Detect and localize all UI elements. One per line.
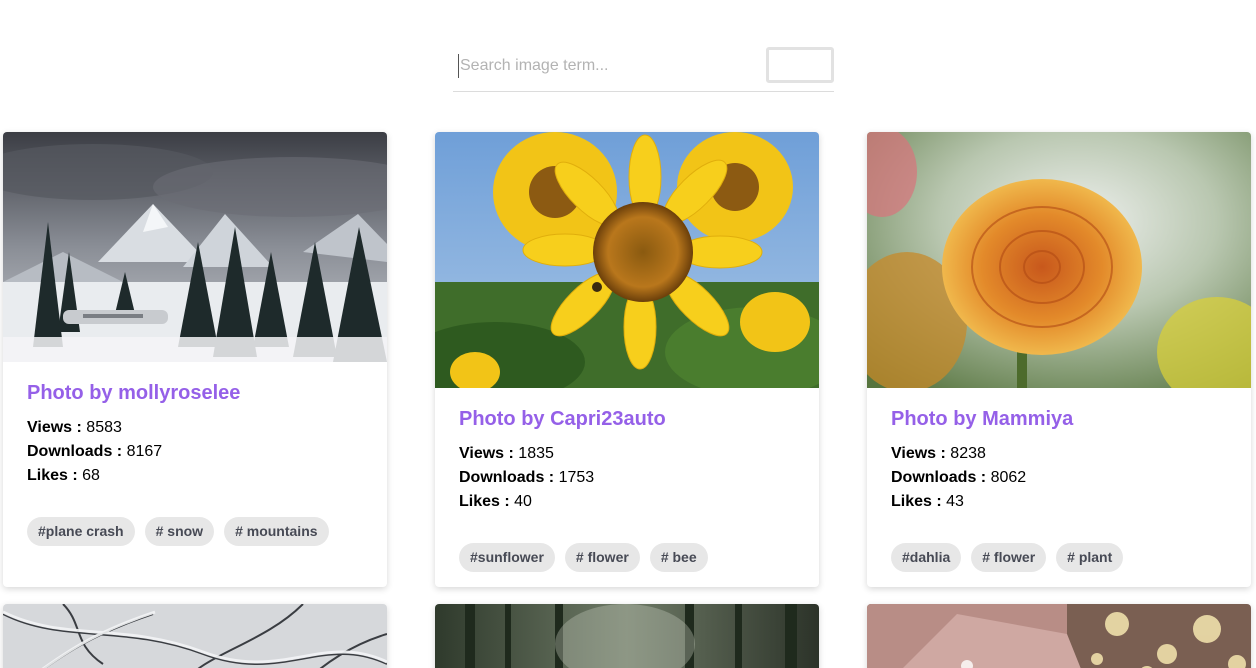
tag-badge: #dahlia xyxy=(891,543,962,572)
tag-badge: # flower xyxy=(971,543,1047,572)
stats-list: Views : 1835 Downloads : 1753 Likes : 40 xyxy=(459,442,795,514)
tag-list: #sunflower # flower # bee xyxy=(459,543,708,572)
dahlia-photo xyxy=(867,132,1251,388)
tag-badge: #sunflower xyxy=(459,543,555,572)
likes-stat: Likes : 40 xyxy=(459,493,532,510)
likes-stat: Likes : 43 xyxy=(891,493,964,510)
downloads-stat: Downloads : 8167 xyxy=(27,443,163,460)
tag-badge: # mountains xyxy=(224,517,329,546)
photographer-title[interactable]: Photo by Capri23auto xyxy=(459,406,795,432)
search-button[interactable] xyxy=(766,47,834,83)
tag-badge: #plane crash xyxy=(27,517,135,546)
search-form xyxy=(453,44,834,92)
image-card: Photo by mollyroselee Views : 8583 Downl… xyxy=(3,132,387,587)
views-stat: Views : 8583 xyxy=(27,419,122,436)
views-stat: Views : 8238 xyxy=(891,445,986,462)
snowy-branches-photo xyxy=(3,604,387,668)
image-card xyxy=(867,604,1251,668)
image-card: Photo by Mammiya Views : 8238 Downloads … xyxy=(867,132,1251,587)
downloads-stat: Downloads : 1753 xyxy=(459,469,595,486)
tag-badge: # snow xyxy=(144,517,215,546)
mountain-snow-photo xyxy=(3,132,387,362)
image-card xyxy=(435,604,819,668)
forest-photo xyxy=(435,604,819,668)
tag-badge: # bee xyxy=(649,543,708,572)
bokeh-crystal-photo xyxy=(867,604,1251,668)
likes-stat: Likes : 68 xyxy=(27,467,100,484)
stats-list: Views : 8238 Downloads : 8062 Likes : 43 xyxy=(891,442,1227,514)
tag-list: #plane crash # snow # mountains xyxy=(27,517,329,546)
tag-badge: # plant xyxy=(1056,543,1124,572)
tag-badge: # flower xyxy=(564,543,640,572)
sunflower-photo xyxy=(435,132,819,388)
tag-list: #dahlia # flower # plant xyxy=(891,543,1124,572)
photographer-title[interactable]: Photo by mollyroselee xyxy=(27,380,363,406)
image-card xyxy=(3,604,387,668)
search-input[interactable] xyxy=(458,54,758,78)
image-card: Photo by Capri23auto Views : 1835 Downlo… xyxy=(435,132,819,587)
views-stat: Views : 1835 xyxy=(459,445,554,462)
photographer-title[interactable]: Photo by Mammiya xyxy=(891,406,1227,432)
downloads-stat: Downloads : 8062 xyxy=(891,469,1027,486)
stats-list: Views : 8583 Downloads : 8167 Likes : 68 xyxy=(27,416,363,488)
